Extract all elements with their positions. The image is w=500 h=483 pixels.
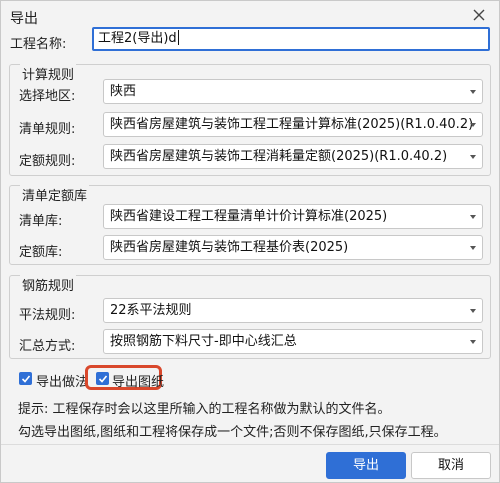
checkmark-icon — [98, 375, 108, 383]
export-dialog: 导出 工程名称: 工程2(导出)d 计算规则 选择地区: 陕西 清单规则: 陕西… — [0, 0, 500, 483]
export-practice-label: 导出做法 — [36, 375, 89, 390]
project-name-label: 工程名称: — [10, 37, 67, 52]
chevron-down-icon — [470, 155, 476, 159]
checkmark-icon — [21, 375, 31, 383]
export-practice-checkbox[interactable] — [19, 372, 32, 385]
summary-value: 按照钢筋下料尺寸-即中心线汇总 — [110, 334, 297, 349]
rebar-rules-group: 钢筋规则 平法规则: 22系平法规则 汇总方式: 按照钢筋下料尺寸-即中心线汇总 — [9, 275, 491, 359]
bill-rule-label: 清单规则: — [19, 122, 76, 137]
hint-line-1: 提示: 工程保存时会以这里所输入的工程名称做为默认的文件名。 — [18, 402, 391, 417]
bill-library-value: 陕西省建设工程工程量清单计价计算标准(2025) — [110, 209, 388, 224]
quota-rule-select[interactable]: 陕西省房屋建筑与装饰工程消耗量定额(2025)(R1.0.40.2) — [103, 144, 483, 169]
project-name-value: 工程2(导出)d — [98, 31, 177, 46]
region-value: 陕西 — [110, 84, 137, 99]
export-button[interactable]: 导出 — [326, 452, 406, 479]
bill-library-label: 清单库: — [19, 214, 63, 229]
quota-rule-label: 定额规则: — [19, 154, 76, 169]
text-cursor — [177, 30, 179, 45]
chevron-down-icon — [470, 309, 476, 313]
dialog-title: 导出 — [10, 11, 38, 27]
hint-line-2: 勾选导出图纸,图纸和工程将保存成一个文件;否则不保存图纸,只保存工程。 — [18, 425, 447, 440]
flat-rule-value: 22系平法规则 — [110, 303, 192, 318]
flat-rule-label: 平法规则: — [19, 308, 76, 323]
summary-select[interactable]: 按照钢筋下料尺寸-即中心线汇总 — [103, 329, 483, 354]
export-drawings-label: 导出图纸 — [112, 375, 165, 390]
calc-rules-group: 计算规则 选择地区: 陕西 清单规则: 陕西省房屋建筑与装饰工程工程量计算标准(… — [9, 64, 491, 176]
close-icon[interactable] — [471, 7, 487, 23]
bill-rule-value: 陕西省房屋建筑与装饰工程工程量计算标准(2025)(R1.0.40.2) — [110, 117, 474, 132]
region-select[interactable]: 陕西 — [103, 79, 483, 104]
export-drawings-checkbox[interactable] — [96, 372, 109, 385]
chevron-down-icon — [470, 340, 476, 344]
chevron-down-icon — [470, 215, 476, 219]
bill-quota-library-group: 清单定额库 清单库: 陕西省建设工程工程量清单计价计算标准(2025) 定额库:… — [9, 185, 491, 265]
quota-library-value: 陕西省房屋建筑与装饰工程基价表(2025) — [110, 240, 349, 255]
quota-rule-value: 陕西省房屋建筑与装饰工程消耗量定额(2025)(R1.0.40.2) — [110, 149, 448, 164]
chevron-down-icon — [470, 90, 476, 94]
project-name-input[interactable]: 工程2(导出)d — [92, 27, 490, 51]
bill-library-select[interactable]: 陕西省建设工程工程量清单计价计算标准(2025) — [103, 204, 483, 229]
chevron-down-icon — [470, 246, 476, 250]
rebar-rules-title: 钢筋规则 — [20, 275, 77, 294]
flat-rule-select[interactable]: 22系平法规则 — [103, 298, 483, 323]
cancel-button[interactable]: 取消 — [411, 452, 491, 479]
chevron-down-icon — [470, 123, 476, 127]
quota-library-label: 定额库: — [19, 245, 63, 260]
summary-label: 汇总方式: — [19, 339, 76, 354]
bill-quota-library-title: 清单定额库 — [20, 185, 90, 204]
bill-rule-select[interactable]: 陕西省房屋建筑与装饰工程工程量计算标准(2025)(R1.0.40.2) — [103, 112, 483, 137]
quota-library-select[interactable]: 陕西省房屋建筑与装饰工程基价表(2025) — [103, 235, 483, 260]
footer-divider — [1, 444, 499, 445]
region-label: 选择地区: — [19, 89, 76, 104]
calc-rules-title: 计算规则 — [20, 64, 77, 83]
